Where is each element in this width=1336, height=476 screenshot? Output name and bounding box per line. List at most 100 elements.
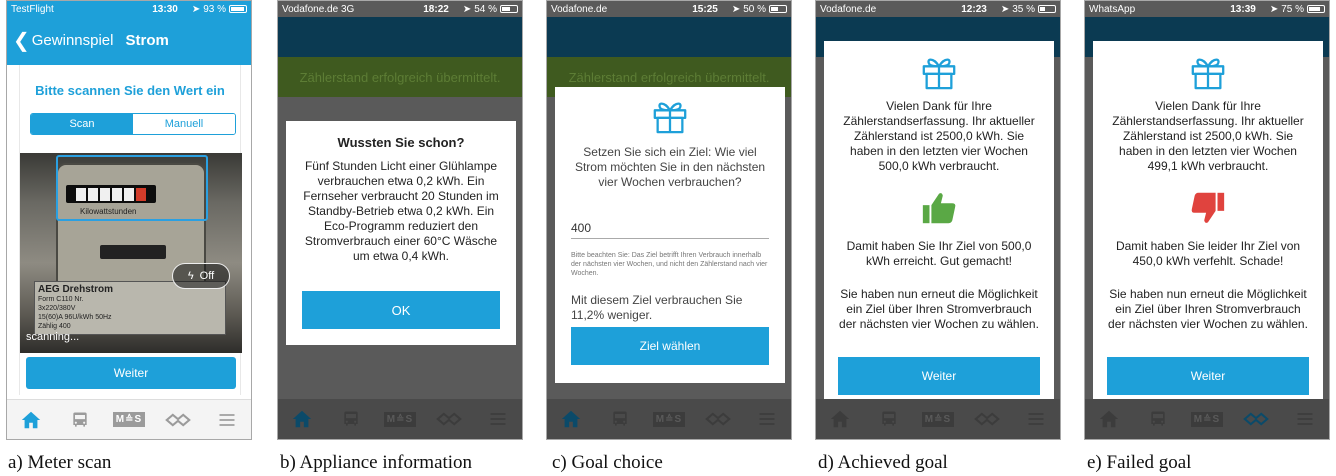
status-bar: TestFlight 13:30 ➤ 93 % xyxy=(7,1,251,17)
tab-menu[interactable] xyxy=(1289,407,1321,431)
tab-menu[interactable] xyxy=(751,407,783,431)
battery-icon xyxy=(1038,5,1056,13)
phone-goal-choice: Vodafone.de 15:25 ➤ 50 % Zählerstand erf… xyxy=(546,0,792,440)
tab-transport[interactable] xyxy=(604,407,636,431)
result-dialog: Vielen Dank für Ihre Zählerstandserfassu… xyxy=(1093,41,1323,417)
home-icon xyxy=(291,408,313,430)
flash-icon: ϟ xyxy=(187,270,194,282)
camera-preview: Kilowattstunden AEG Drehstrom Form C110 … xyxy=(20,153,242,353)
mas-logo: M≙S xyxy=(383,411,417,427)
tab-mas[interactable]: M≙S xyxy=(652,407,686,431)
tab-home[interactable] xyxy=(1093,407,1125,431)
status-carrier: TestFlight xyxy=(11,3,54,15)
meter-plate-line: 3x220/380V xyxy=(38,305,76,312)
tab-menu[interactable] xyxy=(211,408,243,432)
info-dialog: Wussten Sie schon? Fünf Stunden Licht ei… xyxy=(286,121,516,345)
tab-home[interactable] xyxy=(824,407,856,431)
battery-icon xyxy=(769,5,787,13)
tab-mas[interactable]: M≙S xyxy=(112,408,146,432)
gift-icon xyxy=(651,97,689,135)
status-carrier: WhatsApp xyxy=(1089,3,1136,15)
ok-button[interactable]: OK xyxy=(302,291,500,329)
battery-icon xyxy=(1307,5,1325,13)
bus-icon xyxy=(879,409,899,429)
status-battery: 93 % xyxy=(203,3,226,15)
result-dialog: Vielen Dank für Ihre Zählerstandserfassu… xyxy=(824,41,1054,417)
tab-bar: M≙S xyxy=(547,399,791,439)
tab-transport[interactable] xyxy=(873,407,905,431)
meter-dial xyxy=(100,245,166,259)
tab-home[interactable] xyxy=(286,407,318,431)
segment-manual[interactable]: Manuell xyxy=(133,114,235,134)
tab-mas[interactable]: M≙S xyxy=(383,407,417,431)
tab-transport[interactable] xyxy=(1142,407,1174,431)
location-icon: ➤ xyxy=(1000,3,1010,15)
home-icon xyxy=(560,408,582,430)
tab-home[interactable] xyxy=(555,407,587,431)
goal-result-text: Damit haben Sie leider Ihr Ziel von 450,… xyxy=(1115,239,1301,268)
goal-savings-text: Mit diesem Ziel verbrauchen Sie 11,2% we… xyxy=(571,293,743,322)
meter-plate-line: Form C110 Nr. xyxy=(38,296,84,303)
tab-mas[interactable]: M≙S xyxy=(921,407,955,431)
location-icon: ➤ xyxy=(1269,3,1279,15)
dialog-title: Wussten Sie schon? xyxy=(337,135,465,150)
gift-icon xyxy=(1189,53,1227,91)
home-icon xyxy=(20,409,42,431)
mas-logo: M≙S xyxy=(921,411,955,427)
success-banner: Zählerstand erfolgreich übermittelt. xyxy=(278,57,522,97)
phone-achieved-goal: Vodafone.de 12:23 ➤ 35 % Vielen Dank für… xyxy=(815,0,1061,440)
tab-partners[interactable] xyxy=(702,407,734,431)
back-button[interactable]: Gewinnspiel xyxy=(32,32,114,49)
header-bar xyxy=(278,17,522,57)
continue-button[interactable]: Weiter xyxy=(838,357,1040,395)
location-icon: ➤ xyxy=(462,3,472,15)
location-icon: ➤ xyxy=(191,3,201,15)
tab-menu[interactable] xyxy=(1020,407,1052,431)
status-carrier: Vodafone.de xyxy=(551,3,608,15)
tab-transport[interactable] xyxy=(335,407,367,431)
choose-goal-button[interactable]: Ziel wählen xyxy=(571,327,769,365)
tab-mas[interactable]: M≙S xyxy=(1190,407,1224,431)
phone-meter-scan: TestFlight 13:30 ➤ 93 % ❮ Gewinnspiel St… xyxy=(6,0,252,440)
caption-achieved-goal: d) Achieved goal xyxy=(818,452,948,473)
mas-logo: M≙S xyxy=(112,412,146,427)
continue-button[interactable]: Weiter xyxy=(1107,357,1309,395)
location-icon: ➤ xyxy=(731,3,741,15)
tab-bar: M≙S xyxy=(1085,399,1329,439)
tab-partners[interactable] xyxy=(162,408,194,432)
tab-partners[interactable] xyxy=(971,407,1003,431)
tab-transport[interactable] xyxy=(64,408,96,432)
status-carrier: Vodafone.de 3G xyxy=(282,3,355,15)
scan-card: Bitte scannen Sie den Wert ein Scan Manu… xyxy=(19,65,242,395)
tab-partners[interactable] xyxy=(1240,407,1272,431)
torch-label: Off xyxy=(199,270,215,282)
handshake-icon xyxy=(705,410,731,428)
status-bar: WhatsApp 13:39 ➤ 75 % xyxy=(1085,1,1329,17)
handshake-icon xyxy=(974,410,1000,428)
handshake-icon xyxy=(1243,410,1269,428)
torch-toggle[interactable]: ϟ Off xyxy=(172,263,230,289)
home-icon xyxy=(1098,408,1120,430)
battery-fill xyxy=(1309,7,1320,11)
status-battery: 75 % xyxy=(1281,3,1304,15)
goal-dialog: Setzen Sie sich ein Ziel: Wie viel Strom… xyxy=(555,87,785,383)
status-time: 13:30 xyxy=(152,3,178,15)
meter-plate-line: Zählig 400 xyxy=(38,323,71,330)
tab-partners[interactable] xyxy=(433,407,465,431)
segment-scan[interactable]: Scan xyxy=(31,114,133,134)
menu-icon xyxy=(757,409,777,429)
status-time: 15:25 xyxy=(692,3,718,15)
reading-summary: Vielen Dank für Ihre Zählerstandserfassu… xyxy=(1112,99,1304,173)
status-battery: 54 % xyxy=(474,3,497,15)
tab-home[interactable] xyxy=(15,408,47,432)
handshake-icon xyxy=(436,410,462,428)
goal-input[interactable]: 400 xyxy=(571,219,769,239)
chevron-left-icon[interactable]: ❮ xyxy=(13,28,30,53)
tab-bar: M≙S xyxy=(278,399,522,439)
continue-button[interactable]: Weiter xyxy=(26,357,236,389)
header-bar xyxy=(547,17,791,57)
tab-menu[interactable] xyxy=(482,407,514,431)
bus-icon xyxy=(70,410,90,430)
menu-icon xyxy=(1295,409,1315,429)
goal-question: Setzen Sie sich ein Ziel: Wie viel Strom… xyxy=(574,145,766,189)
